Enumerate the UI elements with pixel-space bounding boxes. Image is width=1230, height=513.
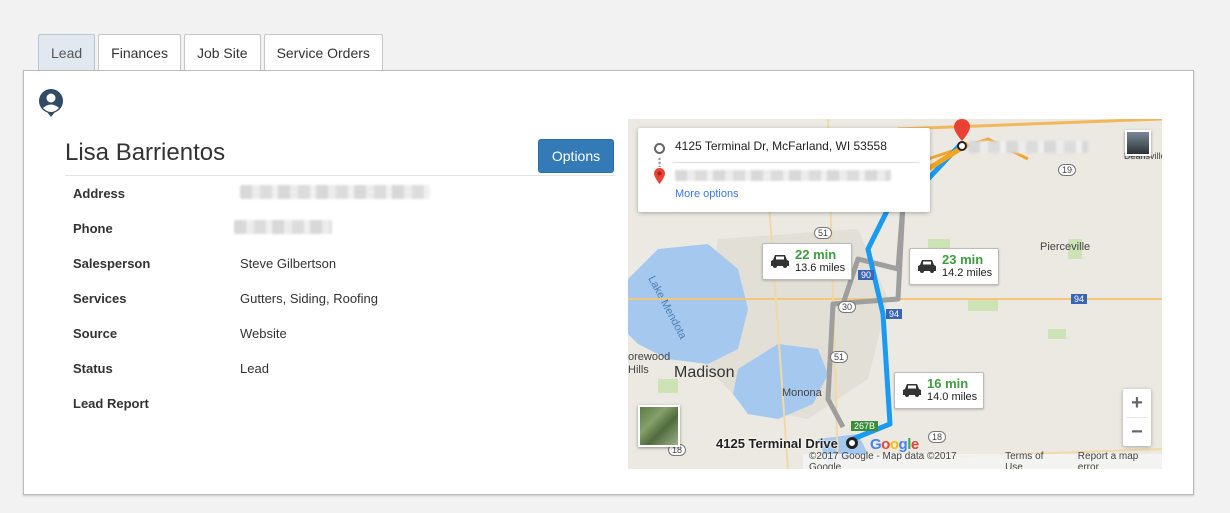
directions-card: 4125 Terminal Dr, McFarland, WI 53558 Mo…: [638, 128, 930, 212]
origin-map-label: 4125 Terminal Drive: [716, 436, 838, 451]
place-label: Hills: [628, 364, 649, 376]
terms-link[interactable]: Terms of Use: [1005, 451, 1064, 470]
detail-row-address: Address: [65, 176, 615, 211]
zoom-control: + −: [1123, 389, 1151, 446]
destination-redacted: [968, 141, 1088, 153]
more-options-link[interactable]: More options: [675, 188, 739, 200]
origin-marker-icon: [654, 143, 665, 154]
phone-value-redacted: [234, 220, 332, 237]
place-label: Madison: [674, 364, 735, 381]
origin-address[interactable]: 4125 Terminal Dr, McFarland, WI 53558: [675, 139, 887, 153]
highway-shield: 30: [838, 301, 857, 313]
highway-shield: 94: [886, 309, 903, 319]
highway-shield: 19: [1058, 164, 1077, 176]
customer-name: Lisa Barrientos: [65, 139, 226, 166]
tab-service-orders[interactable]: Service Orders: [263, 34, 383, 71]
street-view-thumbnail[interactable]: [1125, 130, 1151, 156]
origin-marker-icon: [846, 437, 858, 449]
detail-label: Phone: [73, 221, 113, 236]
destination-pin-icon: [954, 119, 970, 151]
detail-label: Lead Report: [73, 396, 149, 411]
detail-value: Gutters, Siding, Roofing: [240, 291, 379, 306]
lead-details: Address Phone Salesperson Steve Gilberts…: [65, 176, 615, 421]
detail-row-lead-report: Lead Report: [65, 386, 615, 421]
detail-label: Address: [73, 186, 126, 201]
route-distance: 14.2 miles: [942, 267, 993, 279]
highway-shield: 51: [814, 227, 833, 239]
destination-pin-icon: [654, 168, 665, 184]
route-option-1[interactable]: 22 min 13.6 miles: [762, 243, 853, 280]
zoom-out-button[interactable]: −: [1123, 418, 1151, 446]
detail-row-source: Source Website: [65, 316, 615, 351]
highway-shield: 18: [928, 431, 947, 443]
detail-label: Status: [73, 361, 113, 376]
place-label: Pierceville: [1040, 241, 1091, 253]
detail-label: Services: [73, 291, 127, 306]
report-error-link[interactable]: Report a map error: [1078, 451, 1162, 470]
route-option-3[interactable]: 16 min 14.0 miles: [894, 372, 985, 409]
detail-row-services: Services Gutters, Siding, Roofing: [65, 281, 615, 316]
attribution-text: ©2017 Google - Map data ©2017 Google: [809, 450, 957, 470]
tab-job-site[interactable]: Job Site: [183, 34, 261, 71]
route-time: 22 min: [795, 247, 837, 262]
highway-shield: 94: [1071, 294, 1088, 304]
route-dots-icon: [658, 157, 661, 167]
detail-value: Steve Gilbertson: [240, 256, 337, 271]
destination-address-redacted[interactable]: [675, 170, 891, 181]
detail-row-status: Status Lead: [65, 351, 615, 386]
detail-value: Lead: [240, 361, 269, 376]
satellite-toggle[interactable]: [638, 405, 680, 447]
lead-panel: Lisa Barrientos Options Address Phone Sa…: [23, 70, 1194, 495]
detail-row-phone: Phone: [65, 211, 615, 246]
map-attribution: ©2017 Google - Map data ©2017 Google Ter…: [803, 450, 1162, 470]
highway-shield: 51: [830, 351, 849, 363]
route-time: 16 min: [927, 376, 969, 391]
options-button[interactable]: Options: [538, 139, 614, 173]
route-distance: 13.6 miles: [795, 262, 846, 274]
zoom-in-button[interactable]: +: [1123, 389, 1151, 417]
user-circle-icon: [39, 89, 63, 117]
detail-label: Salesperson: [73, 256, 151, 271]
detail-value: Website: [240, 326, 287, 341]
detail-label: Source: [73, 326, 118, 341]
route-option-2[interactable]: 23 min 14.2 miles: [909, 248, 1000, 285]
highway-shield: 267B: [851, 421, 879, 431]
highway-shield: 90: [858, 270, 875, 280]
route-time: 23 min: [942, 252, 984, 267]
car-icon: [771, 255, 789, 268]
tab-finances[interactable]: Finances: [98, 34, 181, 71]
car-icon: [918, 260, 936, 273]
tab-lead[interactable]: Lead: [38, 34, 96, 71]
route-distance: 14.0 miles: [927, 391, 978, 403]
place-label: Monona: [782, 387, 822, 399]
place-label: orewood: [628, 351, 671, 363]
address-value-redacted: [240, 185, 430, 202]
divider: [673, 162, 919, 163]
directions-map[interactable]: 51 90 94 30 51 19 94 18 18 267B Madison …: [628, 119, 1162, 469]
car-icon: [903, 384, 921, 397]
detail-row-salesperson: Salesperson Steve Gilbertson: [65, 246, 615, 281]
tab-bar: Lead Finances Job Site Service Orders: [38, 34, 386, 71]
